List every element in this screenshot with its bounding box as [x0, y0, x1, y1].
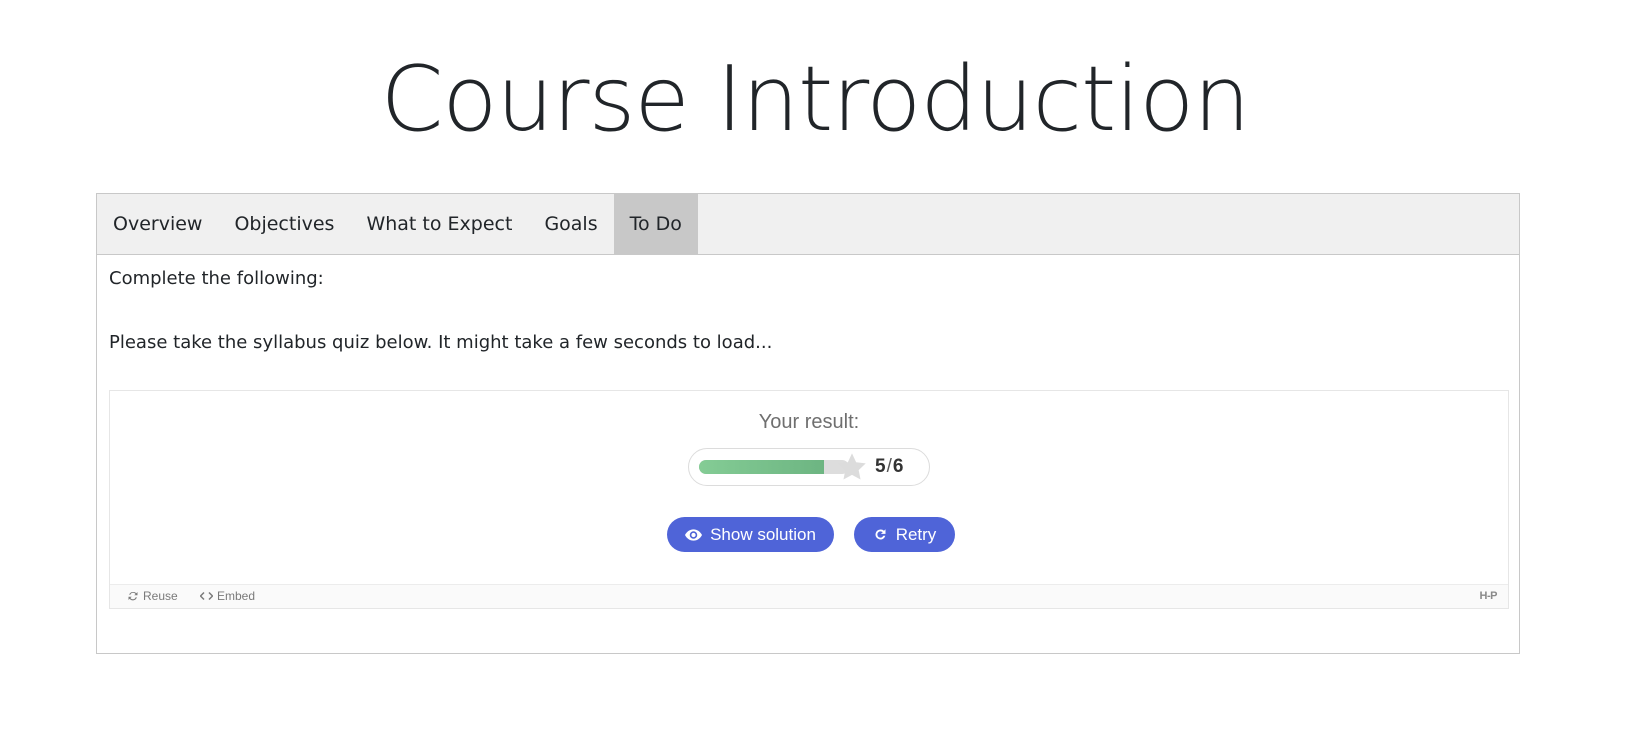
reuse-icon	[128, 591, 138, 601]
h5p-footer: Reuse Embed H-P	[110, 584, 1508, 608]
retry-icon	[875, 529, 886, 540]
instructions-text: Please take the syllabus quiz below. It …	[109, 332, 773, 353]
instructions-heading: Complete the following:	[109, 268, 324, 289]
embed-link[interactable]: Embed	[200, 589, 255, 603]
eye-icon	[685, 528, 703, 541]
score-max: 6	[892, 456, 904, 477]
tab-what-to-expect[interactable]: What to Expect	[350, 194, 528, 254]
result-label: Your result:	[758, 411, 860, 433]
show-solution-label: Show solution	[710, 524, 816, 544]
score-value: 5	[875, 456, 886, 477]
tabs-panel: Overview Objectives What to Expect Goals…	[96, 193, 1520, 654]
reuse-link[interactable]: Reuse	[127, 589, 178, 603]
score-bar: 5/6	[688, 448, 930, 486]
score-text: 5/6	[875, 456, 903, 478]
tab-goals[interactable]: Goals	[528, 194, 613, 254]
tab-objectives[interactable]: Objectives	[218, 194, 350, 254]
show-solution-button[interactable]: Show solution	[667, 517, 834, 552]
score-separator: /	[886, 456, 892, 477]
progress-fill	[699, 460, 824, 474]
tab-overview[interactable]: Overview	[97, 194, 218, 254]
embed-label: Embed	[217, 589, 256, 603]
progress-track	[699, 460, 849, 474]
tab-to-do[interactable]: To Do	[613, 194, 698, 254]
h5p-logo[interactable]: H-P	[1480, 590, 1498, 602]
tab-bar: Overview Objectives What to Expect Goals…	[97, 194, 1519, 255]
reuse-label: Reuse	[143, 589, 178, 603]
page-title: Course Introduction	[380, 47, 1251, 152]
retry-button[interactable]: Retry	[854, 517, 955, 552]
embed-icon	[200, 591, 213, 601]
star-icon	[838, 453, 866, 480]
quiz-embed: Your result: 5/6 Show solution Retry Reu…	[109, 390, 1509, 609]
retry-label: Retry	[895, 524, 937, 544]
